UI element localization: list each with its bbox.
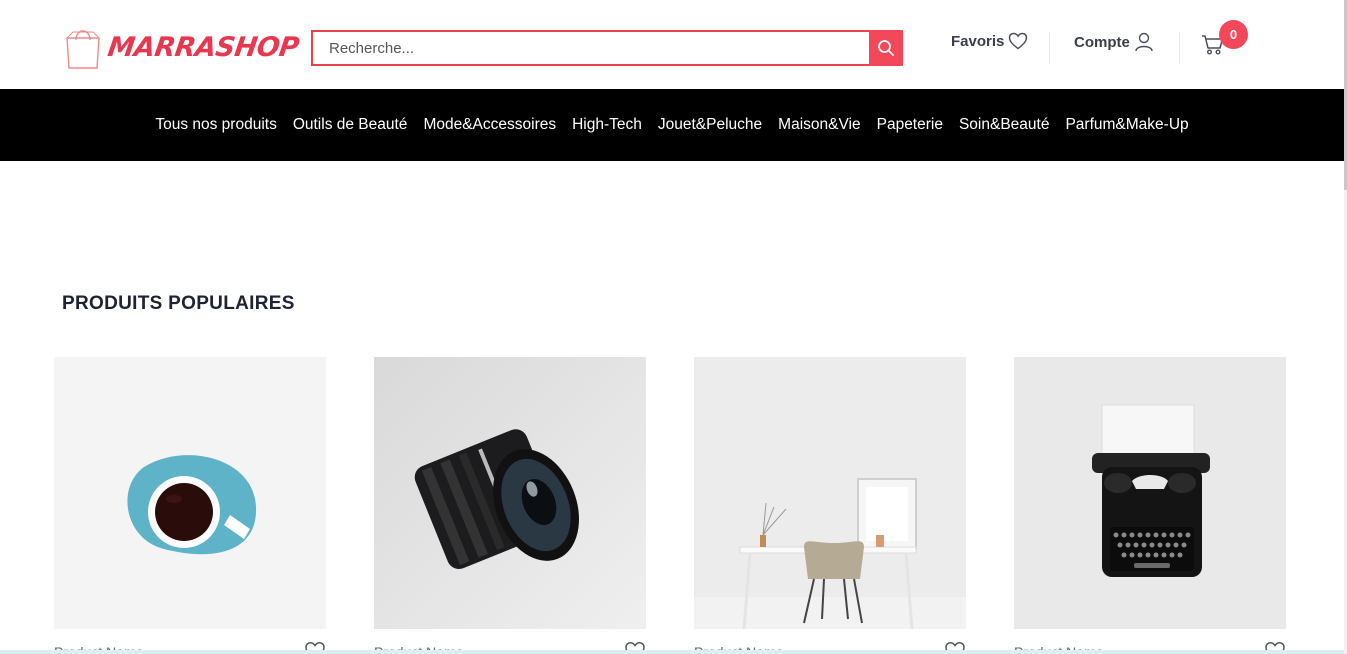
brand-logo[interactable]: MARRASHOP — [64, 24, 301, 70]
brand-name: MARRASHOP — [105, 31, 301, 63]
nav-item-outils-de-beaute[interactable]: Outils de Beauté — [285, 116, 416, 134]
main-nav: Tous nos produits Outils de Beauté Mode&… — [0, 89, 1344, 161]
shopping-bag-icon — [66, 30, 100, 69]
search-bar — [311, 30, 903, 66]
compte-label: Compte — [1074, 33, 1130, 51]
favoris-label: Favoris — [951, 32, 1005, 50]
nav-item-mode-accessoires[interactable]: Mode&Accessoires — [415, 116, 564, 134]
cart-count-badge: 0 — [1219, 20, 1248, 49]
desk-chair-image[interactable] — [694, 357, 966, 629]
section-title: PRODUITS POPULAIRES — [62, 293, 295, 314]
header-divider — [1049, 32, 1050, 64]
nav-item-high-tech[interactable]: High-Tech — [564, 116, 650, 134]
coffee-cup-image[interactable] — [54, 357, 326, 629]
search-input[interactable] — [311, 30, 869, 66]
product-card[interactable]: Product Name — [374, 357, 646, 654]
heart-icon — [1009, 32, 1028, 50]
search-icon — [878, 40, 894, 56]
user-icon — [1135, 32, 1153, 52]
typewriter-image[interactable] — [1014, 357, 1286, 629]
nav-item-jouet-peluche[interactable]: Jouet&Peluche — [650, 116, 770, 134]
product-card[interactable]: Product Name — [694, 357, 966, 654]
product-card[interactable]: Product Name — [54, 357, 326, 654]
compte-link[interactable]: Compte — [1074, 32, 1154, 52]
header-divider — [1179, 32, 1180, 64]
nav-item-maison-vie[interactable]: Maison&Vie — [770, 116, 868, 134]
search-button[interactable] — [869, 30, 903, 66]
site-header: MARRASHOP Favoris Compte 0 — [0, 0, 1347, 89]
product-card[interactable]: Product Name — [1014, 357, 1286, 654]
favoris-link[interactable]: Favoris — [951, 32, 1028, 50]
camera-lens-image[interactable] — [374, 357, 646, 629]
nav-item-papeterie[interactable]: Papeterie — [869, 116, 951, 134]
nav-item-soin-beaute[interactable]: Soin&Beauté — [951, 116, 1058, 134]
nav-item-parfum-make-up[interactable]: Parfum&Make-Up — [1057, 116, 1196, 134]
bottom-strip — [0, 650, 1344, 654]
nav-item-tous-nos-produits[interactable]: Tous nos produits — [147, 116, 285, 134]
